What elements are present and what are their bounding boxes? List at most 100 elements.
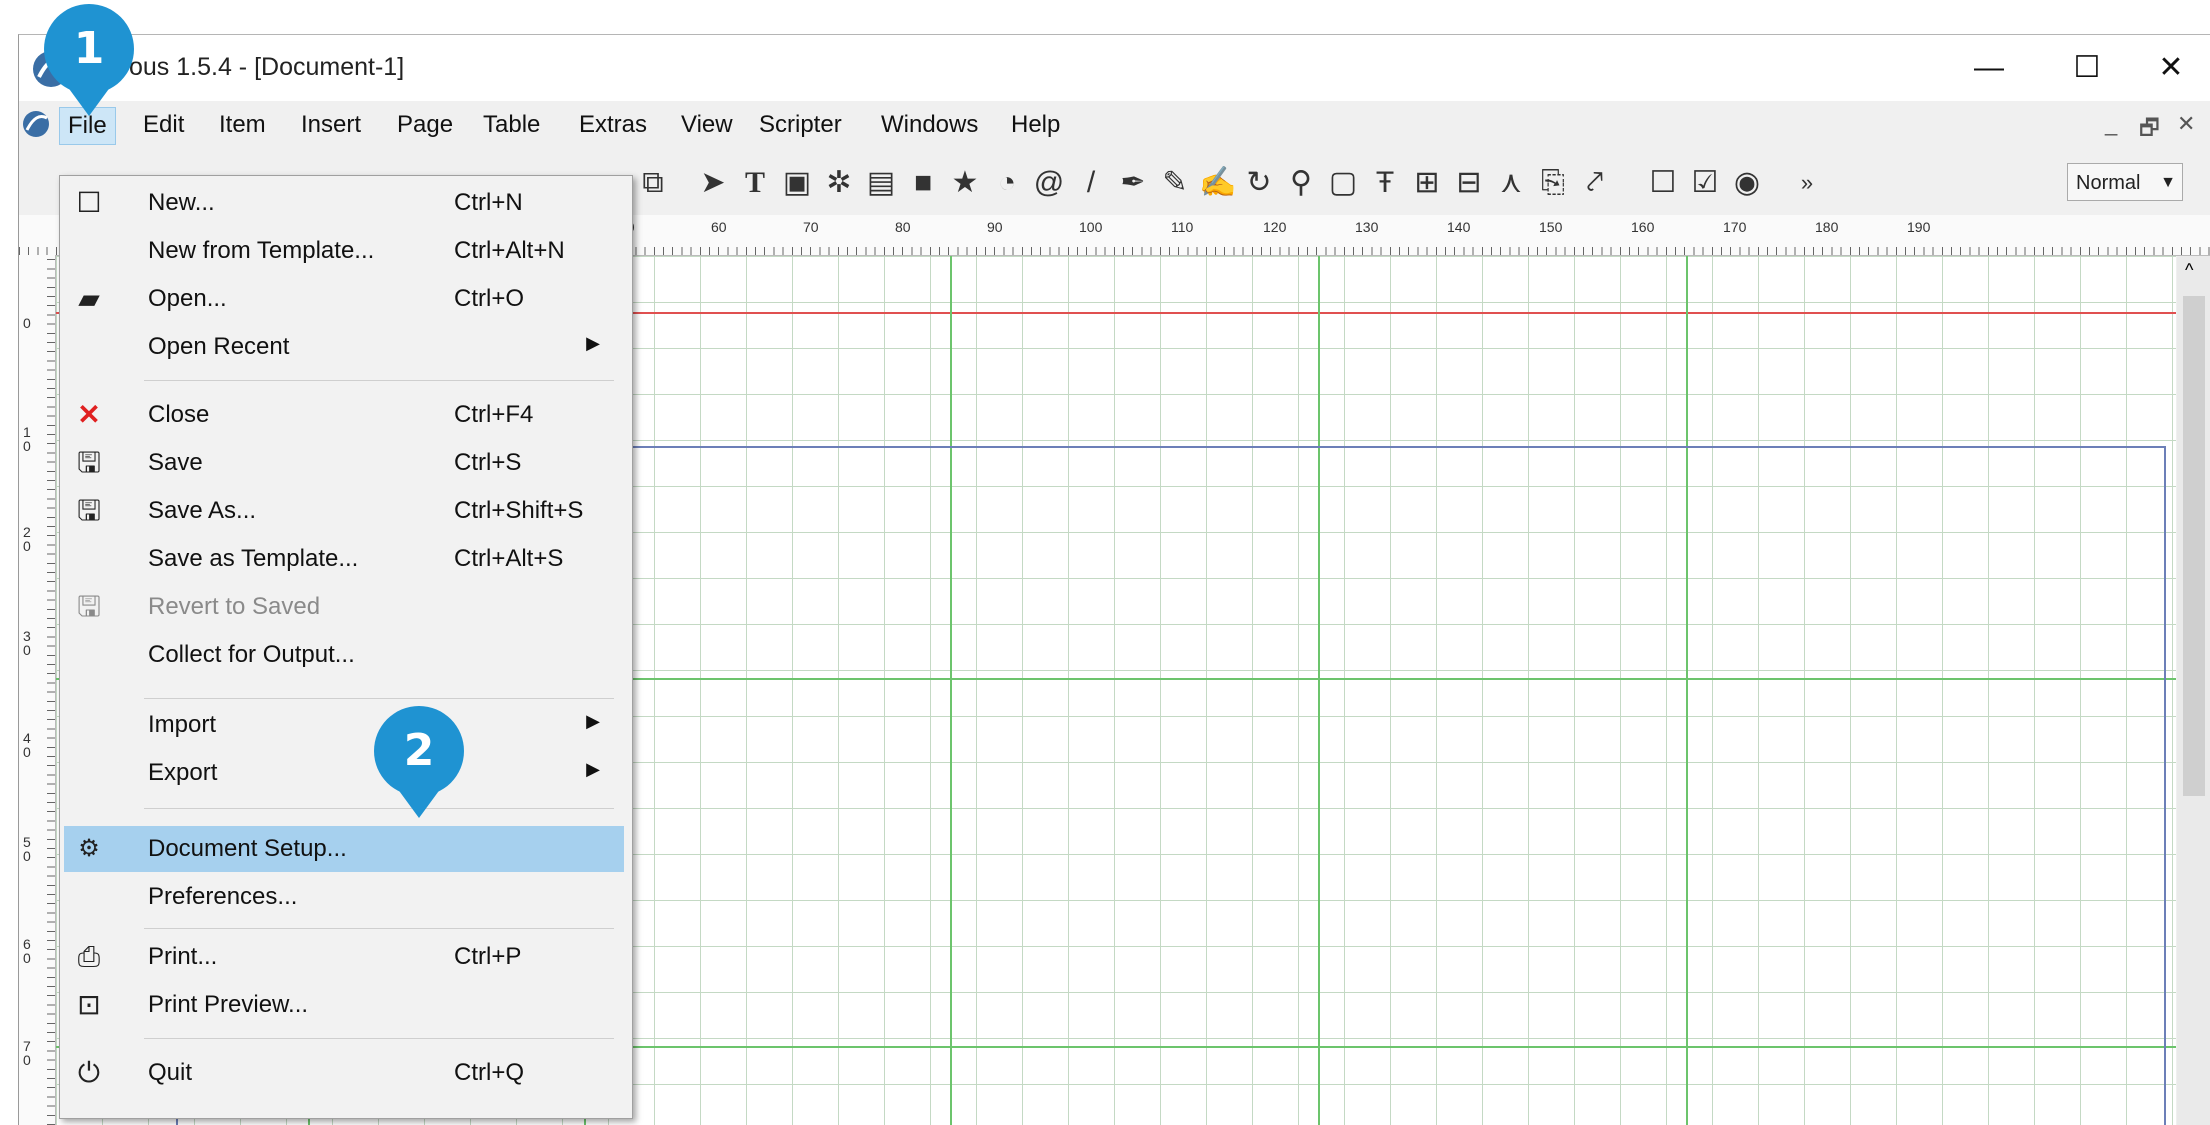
menu-item-label: Print Preview... [148,991,309,1018]
menu-item-label: New... [148,189,215,216]
minimize-button[interactable]: — [1953,45,2025,91]
menu-insert[interactable]: Insert [293,107,369,143]
menu-item-save[interactable]: 🖫 Save Ctrl+S [64,440,624,486]
menu-separator [144,1038,614,1039]
ruler-label: 150 [1539,219,1563,235]
menu-item-shortcut: Ctrl+F4 [454,401,534,428]
arc-icon[interactable]: ◔ [989,165,1025,201]
spiral-icon[interactable]: @ [1031,165,1067,201]
mdi-close-icon[interactable]: ✕ [2177,111,2195,137]
ruler-label: 60 [711,219,727,235]
bezier-icon[interactable]: ✒ [1115,165,1151,201]
menu-help[interactable]: Help [1003,107,1068,143]
menu-item-close[interactable]: ✕ Close Ctrl+F4 [64,392,624,438]
line-icon[interactable]: / [1073,165,1109,201]
menu-item-print[interactable]: ⎙ Print... Ctrl+P [64,934,624,980]
render-frame-icon[interactable]: ✲ [821,165,857,201]
pdf-push-button-icon[interactable]: ☐ [1645,165,1681,201]
menu-item-preferences[interactable]: Preferences... [64,874,624,920]
preview-mode-select[interactable]: Normal ▼ [2067,163,2183,201]
menu-item-shortcut: Ctrl+O [454,285,525,312]
vertical-scrollbar[interactable]: ^ [2177,256,2210,1125]
rotate-icon[interactable]: ↻ [1241,165,1277,201]
scroll-up-icon[interactable]: ^ [2185,260,2193,281]
menu-extras[interactable]: Extras [571,107,655,143]
menu-windows[interactable]: Windows [873,107,986,143]
menu-item-label: Save As... [148,497,257,524]
freehand-icon[interactable]: ✎ [1157,165,1193,201]
menu-page[interactable]: Page [389,107,461,143]
unlink-frames-icon[interactable]: ⊟ [1451,165,1487,201]
menu-item-shortcut: Ctrl+P [454,943,522,970]
menu-item-print-preview[interactable]: ⊡ Print Preview... [64,982,624,1028]
pdf-checkbox-icon[interactable]: ☑ [1687,165,1723,201]
ruler-label: 120 [1263,219,1287,235]
step-callout-2: 2 [374,706,464,796]
shape-icon[interactable]: ■ [905,165,941,201]
vruler-label: 0 [23,315,31,331]
text-frame-icon[interactable]: T [737,165,773,201]
menu-scripter[interactable]: Scripter [751,107,850,143]
polygon-icon[interactable]: ★ [947,165,983,201]
menu-separator [144,928,614,929]
edit-text-icon[interactable]: Ŧ [1367,165,1403,201]
link-frames-icon[interactable]: ⊞ [1409,165,1445,201]
menu-edit[interactable]: Edit [135,107,192,143]
overflow-chevron-icon[interactable]: » [1789,165,1825,201]
mdi-restore-icon[interactable]: 🗗 [2139,111,2160,149]
menu-item-collect-for-output[interactable]: Collect for Output... [64,632,624,678]
folder-icon: ▰ [78,283,100,314]
menu-item[interactable]: Item [211,107,274,143]
vruler-label: 6 0 [23,936,31,966]
document-setup-icon: ⚙ [78,835,100,862]
menu-item-document-setup[interactable]: ⚙ Document Setup... [64,826,624,872]
menu-item-save-as[interactable]: 🖫 Save As... Ctrl+Shift+S [64,488,624,534]
ruler-label: 130 [1355,219,1379,235]
eyedropper-icon[interactable]: ⤤ [1577,165,1613,201]
close-x-icon: ✕ [77,399,101,430]
copy-properties-icon[interactable]: ⎘ [1535,165,1571,201]
menu-item-open-recent[interactable]: Open Recent ▶ [64,324,624,370]
menu-item-label: Document Setup... [148,835,347,862]
ruler-label: 190 [1907,219,1931,235]
callout-pointer [397,788,441,818]
menu-item-new[interactable]: ☐ New... Ctrl+N [64,180,624,226]
vruler-label: 4 0 [23,730,31,760]
ruler-label: 100 [1079,219,1103,235]
calligraphic-icon[interactable]: ✍ [1199,165,1236,201]
menu-item-quit[interactable]: ⏻ Quit Ctrl+Q [64,1050,624,1096]
preview-mode-value: Normal [2076,172,2141,194]
vruler-label: 5 0 [23,834,31,864]
scroll-thumb[interactable] [2183,296,2205,796]
edit-contents-icon[interactable]: ▢ [1325,165,1361,201]
menu-separator [144,808,614,809]
step-callout-1: 1 [44,4,134,94]
select-icon[interactable]: ➤ [695,165,731,201]
menu-bar: File Edit Item Insert Page Table Extras … [19,101,2210,149]
vruler-label: 1 0 [23,424,31,454]
submenu-arrow-icon: ▶ [586,711,600,731]
menu-table[interactable]: Table [475,107,548,143]
pdf-radio-icon[interactable]: ◉ [1729,165,1765,201]
image-frame-icon[interactable]: ▣ [779,165,815,201]
mdi-minimize-icon[interactable]: _ [2105,111,2117,137]
callout-pointer [67,86,111,116]
menu-item-import[interactable]: Import ▶ [64,702,624,748]
menu-item-label: New from Template... [148,237,375,264]
paste-icon[interactable]: ⧉ [635,165,671,201]
menu-item-label: Preferences... [148,883,298,910]
maximize-button[interactable]: ☐ [2051,45,2123,91]
measure-icon[interactable]: ⋏ [1493,165,1529,201]
zoom-icon[interactable]: ⚲ [1283,165,1319,201]
menu-item-new-from-template[interactable]: New from Template... Ctrl+Alt+N [64,228,624,274]
close-button[interactable]: ✕ [2135,45,2207,91]
menu-view[interactable]: View [673,107,741,143]
menu-item-save-as-template[interactable]: Save as Template... Ctrl+Alt+S [64,536,624,582]
ruler-label: 110 [1171,219,1194,235]
menu-item-label: Open... [148,285,227,312]
chevron-down-icon: ▼ [2160,174,2176,191]
table-icon[interactable]: ▤ [863,165,899,201]
menu-item-open[interactable]: ▰ Open... Ctrl+O [64,276,624,322]
menu-item-export[interactable]: Export ▶ [64,750,624,796]
vruler-label: 2 0 [23,524,31,554]
